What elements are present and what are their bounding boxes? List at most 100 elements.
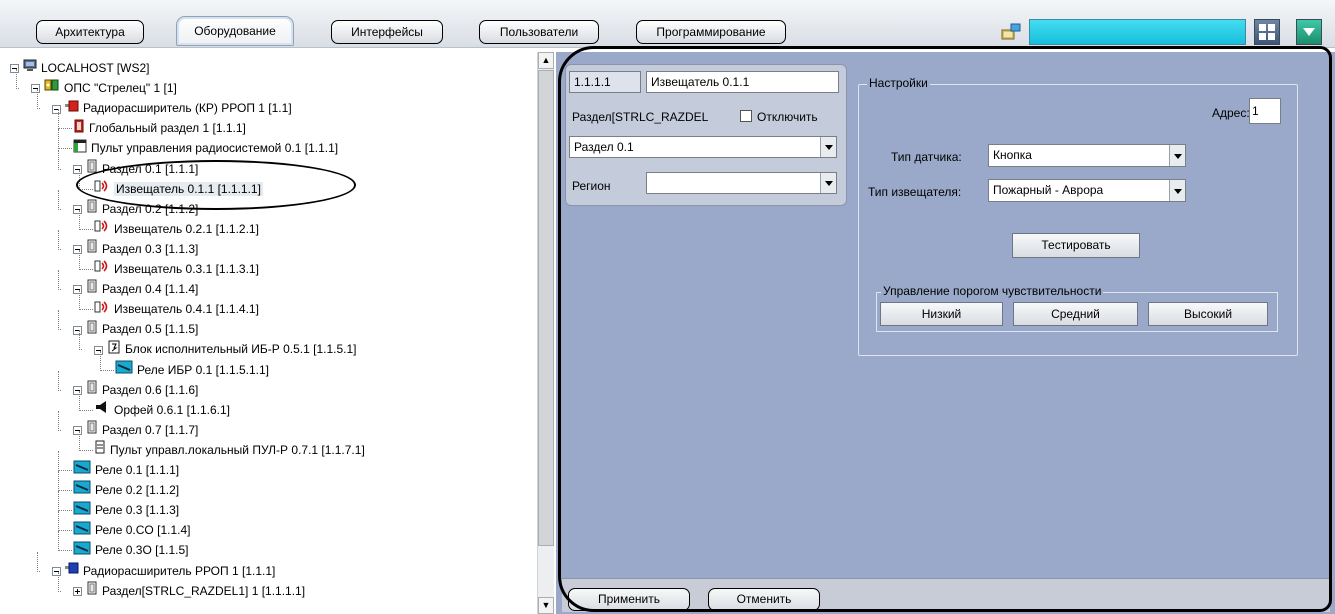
tree-node-label: Реле 0.3O [1.1.5]	[95, 543, 189, 558]
detector-type-label: Тип извещателя:	[868, 185, 962, 199]
tree-connector	[58, 109, 72, 130]
tree-node-label: Пульт управления радиосистемой 0.1 [1.1.…	[91, 141, 339, 156]
tree-connector	[58, 471, 72, 492]
tree-node[interactable]: ОПС "Стрелец" 1 [1]	[31, 78, 177, 99]
tree-node[interactable]: Радиорасширитель РРОП 1 [1.1.1]	[52, 561, 275, 582]
chevron-down-icon[interactable]	[1169, 180, 1185, 201]
tree-node[interactable]: Реле 0.1 [1.1.1]	[73, 460, 179, 481]
tab-architecture[interactable]: Архитектура	[36, 20, 144, 44]
expander-blue-icon	[65, 561, 79, 582]
tree-node-label: Извещатель 0.2.1 [1.1.2.1]	[114, 221, 259, 236]
tree-connector	[58, 410, 61, 431]
tree-connector	[58, 370, 61, 391]
tree-node[interactable]: Блок исполнительный ИБ-Р 0.5.1 [1.1.5.1]	[94, 339, 356, 360]
tree-connector	[58, 149, 61, 170]
tree-node[interactable]: Реле 0.2 [1.1.2]	[73, 480, 179, 501]
region-select[interactable]	[646, 172, 837, 194]
scroll-thumb[interactable]	[538, 70, 554, 546]
tree-connector	[58, 491, 72, 512]
chevron-down-icon[interactable]	[1169, 145, 1185, 166]
tree-node-label: Раздел 0.6 [1.1.6]	[102, 382, 199, 397]
tree-node-label: Извещатель 0.3.1 [1.1.3.1]	[114, 262, 259, 276]
object-card: 1.1.1.1 Извещатель 0.1.1 Раздел[STRLC_RA…	[565, 64, 847, 206]
scroll-down-button[interactable]: ▼	[538, 597, 554, 614]
tree-node[interactable]: Извещатель 0.4.1 [1.1.4.1]	[94, 299, 259, 320]
region-label: Регион	[572, 179, 611, 193]
tree-node[interactable]: Реле 0.CO [1.1.4]	[73, 520, 190, 541]
tree-connector	[58, 229, 61, 250]
tree-node[interactable]: Реле ИБР 0.1 [1.1.5.1.1]	[115, 360, 269, 381]
tree-node-label: Радиорасширитель РРОП 1 [1.1.1]	[83, 563, 276, 578]
chevron-down-icon[interactable]	[820, 173, 836, 193]
section-label: Раздел[STRLC_RAZDEL	[572, 110, 709, 124]
tree-connector	[79, 250, 93, 270]
tree-node[interactable]: Радиорасширитель (КР) РРОП 1 [1.1]	[52, 98, 292, 119]
tree-node[interactable]: Пульт управления радиосистемой 0.1 [1.1.…	[73, 138, 338, 159]
relay-icon	[73, 460, 91, 481]
sensor-type-select[interactable]: Кнопка	[988, 144, 1186, 167]
tree-node[interactable]: Раздел 0.5 [1.1.5]	[73, 319, 198, 340]
tree-connector	[58, 571, 61, 592]
tree-node-label: Реле 0.1 [1.1.1]	[95, 463, 180, 477]
tree-node[interactable]: Извещатель 0.3.1 [1.1.3.1]	[94, 259, 259, 280]
tree-node-label: Орфей 0.6.1 [1.1.6.1]	[114, 402, 230, 417]
tree-node-label: LOCALHOST [WS2]	[41, 61, 150, 75]
layout-grid-button[interactable]	[1254, 19, 1280, 45]
sensitivity-medium-button[interactable]: Средний	[1013, 302, 1138, 326]
detector-icon	[94, 219, 110, 240]
siren-icon	[94, 400, 110, 421]
disable-checkbox[interactable]	[740, 110, 752, 122]
tab-equipment[interactable]: Оборудование	[176, 16, 294, 46]
expand-toggle[interactable]	[73, 586, 82, 596]
detector-type-select[interactable]: Пожарный - Аврора	[988, 179, 1186, 202]
tree-connector	[58, 189, 61, 210]
tree-node[interactable]: Глобальный раздел 1 [1.1.1]	[73, 118, 246, 139]
tree-node-label: ОПС "Стрелец" 1 [1]	[64, 81, 177, 96]
section-select[interactable]: Раздел 0.1	[569, 136, 837, 158]
relay-icon	[73, 501, 91, 522]
tree-node[interactable]: Реле 0.3O [1.1.5]	[73, 540, 188, 561]
network-icon[interactable]	[999, 20, 1023, 44]
tree-connector	[58, 270, 61, 291]
detector-icon	[94, 300, 110, 321]
tree-connector	[79, 430, 93, 451]
test-button[interactable]: Тестировать	[1012, 233, 1140, 258]
tree-node[interactable]: Раздел[STRLC_RAZDEL1] 1 [1.1.1.1]	[73, 581, 305, 602]
equipment-tree: LOCALHOST [WS2] ОПС "Стрелец" 1 [1] Радиор…	[0, 52, 555, 614]
tree-connector	[58, 531, 72, 552]
tree-node[interactable]: LOCALHOST [WS2]	[10, 58, 149, 79]
tree-node[interactable]: Реле 0.3 [1.1.3]	[73, 500, 179, 521]
tree-node[interactable]: Пульт управл.локальный ПУЛ-Р 0.7.1 [1.1.…	[94, 440, 365, 461]
sensitivity-high-button[interactable]: Высокий	[1148, 302, 1268, 326]
tree-node-label: Радиорасширитель (КР) РРОП 1 [1.1]	[83, 101, 292, 116]
tree-connector	[100, 350, 114, 371]
selection-highlight-oval	[76, 160, 356, 210]
tab-users[interactable]: Пользователи	[479, 20, 599, 44]
scroll-up-button[interactable]: ▲	[538, 52, 554, 69]
tree-connector	[79, 390, 93, 411]
tab-programming[interactable]: Программирование	[636, 20, 786, 44]
search-input[interactable]	[1029, 19, 1246, 45]
tree-connector	[79, 290, 93, 311]
disable-label: Отключить	[757, 110, 818, 124]
address-input[interactable]: 1	[1249, 98, 1281, 124]
apply-button[interactable]: Применить	[568, 588, 690, 611]
dropdown-menu-button[interactable]	[1296, 19, 1322, 45]
chevron-down-icon[interactable]	[820, 137, 836, 157]
tree-connector	[79, 209, 93, 230]
cancel-button[interactable]: Отменить	[708, 588, 820, 611]
tab-interfaces[interactable]: Интерфейсы	[331, 20, 443, 44]
tree-node-label: Раздел 0.7 [1.1.7]	[102, 422, 199, 437]
relay-icon	[73, 480, 91, 501]
tree-connector	[37, 551, 40, 572]
address-label: Адрес:	[1212, 106, 1250, 120]
computer-icon	[23, 58, 37, 79]
grid-icon	[1259, 24, 1275, 40]
object-id-field[interactable]: 1.1.1.1	[569, 71, 641, 93]
tree-scrollbar[interactable]: ▲ ▼	[537, 52, 554, 614]
tree-node[interactable]: Извещатель 0.2.1 [1.1.2.1]	[94, 219, 259, 240]
panel-icon	[73, 139, 87, 160]
tree-node[interactable]: Орфей 0.6.1 [1.1.6.1]	[94, 400, 230, 421]
sensitivity-low-button[interactable]: Низкий	[880, 302, 1003, 326]
object-name-field[interactable]: Извещатель 0.1.1	[646, 71, 839, 93]
